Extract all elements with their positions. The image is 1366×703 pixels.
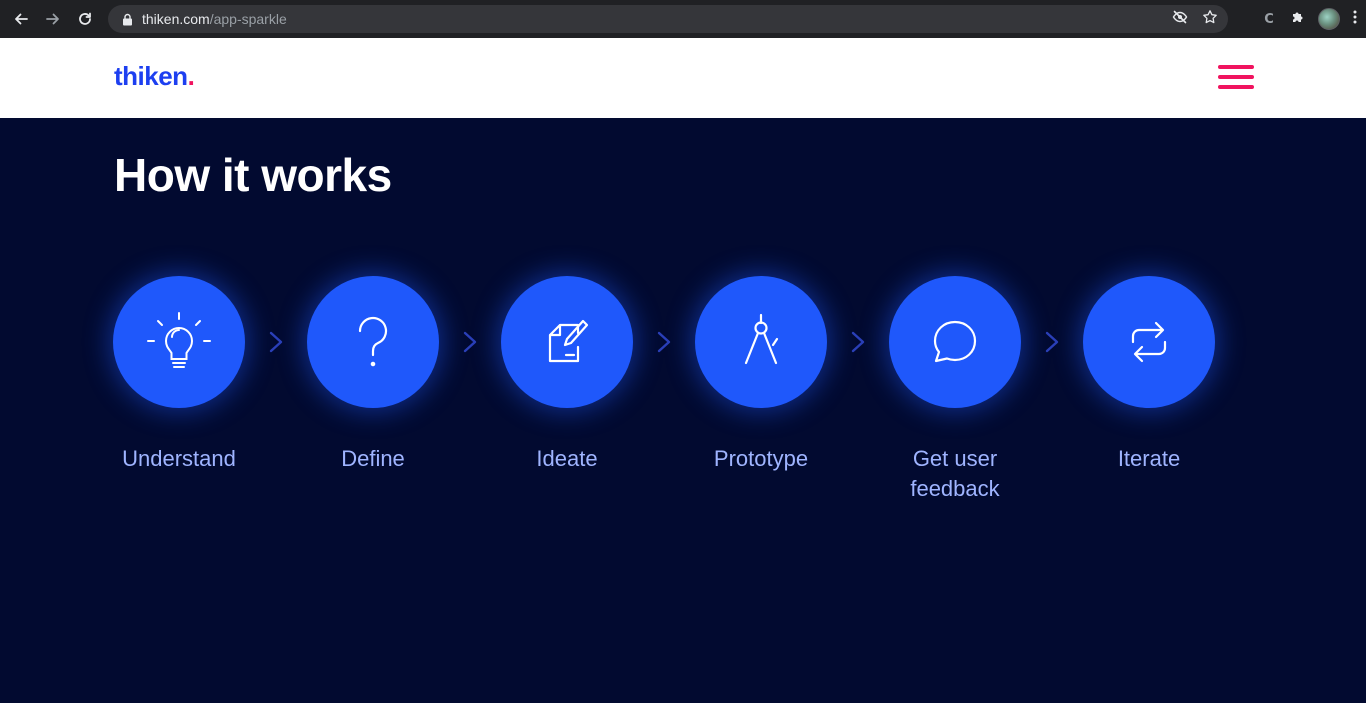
refresh-icon — [1131, 321, 1167, 363]
step-circle — [501, 276, 633, 408]
step-circle — [307, 276, 439, 408]
step-ideate: Ideate — [501, 276, 633, 471]
url-path: /app-sparkle — [209, 11, 287, 27]
step-label: Define — [341, 446, 405, 471]
reload-button[interactable] — [69, 0, 101, 38]
how-it-works-section: How it works Understand Define Ideate Pr… — [0, 118, 1366, 703]
forward-icon — [46, 13, 59, 25]
compass-icon — [744, 313, 779, 365]
lightbulb-icon — [147, 312, 211, 368]
logo[interactable]: thiken. — [114, 61, 195, 92]
back-button[interactable] — [5, 0, 37, 38]
browser-toolbar: thiken.com/app-sparkle C — [0, 0, 1366, 38]
step-label: Understand — [122, 446, 236, 471]
step-label: Ideate — [536, 446, 598, 471]
lock-icon[interactable] — [120, 12, 134, 26]
logo-dot: . — [187, 61, 195, 91]
chevron-right-icon — [657, 331, 671, 353]
logo-text: thiken — [114, 61, 188, 91]
step-circle — [889, 276, 1021, 408]
step-prototype: Prototype — [695, 276, 827, 471]
eye-off-icon[interactable] — [1172, 9, 1188, 30]
star-icon[interactable] — [1202, 9, 1218, 30]
avatar[interactable] — [1318, 8, 1340, 30]
step-iterate: Iterate — [1083, 276, 1215, 471]
forward-button[interactable] — [37, 0, 69, 38]
hamburger-line — [1218, 85, 1254, 89]
hamburger-line — [1218, 75, 1254, 79]
note-pencil-icon — [548, 319, 589, 363]
step-understand: Understand — [113, 276, 245, 471]
url-text[interactable]: thiken.com/app-sparkle — [142, 11, 287, 27]
question-mark-icon — [358, 316, 388, 367]
address-bar[interactable]: thiken.com/app-sparkle — [108, 5, 1228, 33]
step-label: Prototype — [713, 446, 809, 471]
site-header: thiken. — [0, 38, 1366, 118]
step-get-user-feedback: Get user feedback — [889, 276, 1021, 501]
extension-c-icon[interactable]: C — [1260, 10, 1278, 28]
step-circle — [1083, 276, 1215, 408]
step-circle — [113, 276, 245, 408]
step-circle — [695, 276, 827, 408]
chevron-right-icon — [851, 331, 865, 353]
hamburger-line — [1218, 65, 1254, 69]
step-label: Get user feedback — [910, 446, 1000, 501]
more-icon[interactable] — [1352, 9, 1358, 30]
step-define: Define — [307, 276, 439, 471]
chevron-right-icon — [463, 331, 477, 353]
chevron-right-icon — [1045, 331, 1059, 353]
puzzle-icon[interactable] — [1290, 9, 1306, 30]
url-domain: thiken.com — [142, 11, 210, 27]
menu-button[interactable] — [1218, 65, 1254, 89]
chevron-right-icon — [269, 331, 283, 353]
reload-icon — [79, 12, 91, 25]
back-icon — [15, 13, 28, 25]
section-title: How it works — [114, 149, 392, 201]
step-label: Iterate — [1117, 446, 1181, 471]
chat-bubble-icon — [933, 320, 977, 363]
